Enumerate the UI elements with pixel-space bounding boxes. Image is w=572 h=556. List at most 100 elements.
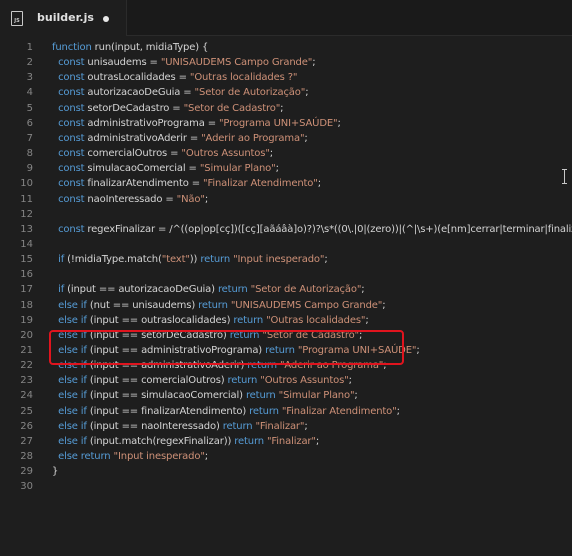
keyword-token: return (233, 314, 264, 326)
keyword-token: return (217, 284, 248, 296)
code-text: else if (nut == unisaudems) return "UNIS… (52, 298, 386, 314)
line-number: 8 (26, 148, 33, 160)
code-line[interactable]: 10 const finalizarAtendimento = "Finaliz… (0, 176, 572, 192)
code-text: function run(input, midiaType) { (52, 40, 208, 56)
code-line[interactable]: 29} (0, 464, 572, 480)
code-line[interactable]: 9 const simulacaoComercial = "Simular Pl… (0, 161, 572, 177)
keyword-token: else if (58, 420, 87, 432)
code-text: const administrativoAderir = "Aderir ao … (52, 131, 308, 147)
text-cursor-icon (561, 169, 568, 184)
string-token: "Outras localidades ?" (189, 72, 298, 84)
code-token: ; (324, 254, 328, 266)
code-line[interactable]: 4 const autorizacaoDeGuia = "Setor de Au… (0, 85, 572, 101)
line-number: 4 (26, 87, 33, 99)
code-line[interactable]: 11 const naoInteressado = "Não"; (0, 192, 572, 208)
code-token: )) (189, 254, 201, 266)
keyword-token: return (222, 420, 253, 432)
code-line[interactable]: 19 else if (input == outraslocalidades) … (0, 313, 572, 329)
string-token: "Finalizar Atendimento" (281, 405, 397, 417)
code-line[interactable]: 26 else if (input == naoInteressado) ret… (0, 419, 572, 435)
code-text: } (52, 464, 58, 480)
code-line[interactable]: 3 const outrasLocalidades = "Outras loca… (0, 70, 572, 86)
code-text: else if (input == outraslocalidades) ret… (52, 313, 369, 329)
code-line[interactable]: 25 else if (input == finalizarAtendiment… (0, 404, 572, 420)
string-token: "Setor de Cadastro" (183, 102, 281, 114)
line-number: 25 (20, 405, 33, 417)
code-token: ; (382, 299, 386, 311)
code-line[interactable]: 2 const unisaudems = "UNISAUDEMS Campo G… (0, 55, 572, 71)
code-line[interactable]: 5 const setorDeCadastro = "Setor de Cada… (0, 101, 572, 117)
string-token: "Finalizar" (266, 435, 316, 447)
keyword-token: const (58, 102, 85, 114)
keyword-token: return (200, 254, 231, 266)
code-line[interactable]: 27 else if (input.match(regexFinalizar))… (0, 434, 572, 450)
code-token: ; (361, 284, 365, 296)
code-line[interactable]: 15 if (!midiaType.match("text")) return … (0, 252, 572, 268)
code-token: run(input, midiaType) { (91, 42, 209, 53)
code-text: else if (input == comercialOutros) retur… (52, 373, 352, 389)
line-number: 2 (26, 57, 33, 69)
code-line[interactable]: 24 else if (input == simulacaoComercial)… (0, 388, 572, 404)
code-token: (input == simulacaoComercial) (86, 390, 246, 402)
keyword-token: else if (58, 405, 87, 417)
keyword-token: const (58, 132, 85, 144)
code-line[interactable]: 8 const comercialOutros = "Outros Assunt… (0, 146, 572, 162)
code-line[interactable]: 17 if (input == autorizacaoDeGuia) retur… (0, 282, 572, 298)
code-token: ; (337, 117, 341, 129)
string-token: "Simular Plano" (278, 390, 355, 402)
code-line[interactable]: 12 (0, 207, 572, 223)
code-editor[interactable]: 1 function run(input, midiaType) {2 const… (0, 36, 572, 556)
code-line[interactable]: 7 const administrativoAderir = "Aderir a… (0, 131, 572, 147)
code-token: regexFinalizar = /^((op|op[cç])([cç][aãá… (84, 223, 572, 235)
code-line[interactable]: 14 (0, 237, 572, 253)
string-token: "Finalizar Atendimento" (203, 178, 318, 190)
code-token: (input == outraslocalidades) (86, 314, 234, 326)
code-token: ; (348, 375, 352, 387)
code-line[interactable]: 13 const regexFinalizar = /^((op|op[cç])… (0, 222, 572, 238)
keyword-token: return (227, 375, 258, 387)
code-token: administrativoPrograma = (84, 117, 219, 129)
string-token: "Outros Assuntos" (260, 375, 349, 387)
code-text: const autorizacaoDeGuia = "Setor de Auto… (52, 85, 309, 101)
code-line[interactable]: 23 else if (input == comercialOutros) re… (0, 373, 572, 389)
code-token: ; (365, 314, 369, 326)
line-number: 21 (20, 345, 33, 356)
line-number: 20 (20, 329, 33, 341)
keyword-token: else (58, 451, 78, 463)
code-token: simulacaoComercial = (84, 163, 200, 175)
code-line[interactable]: 6 const administrativoPrograma = "Progra… (0, 116, 572, 132)
line-number: 26 (20, 420, 33, 432)
code-line[interactable]: 28 else return "Input inesperado"; (0, 449, 572, 465)
code-text: const setorDeCadastro = "Setor de Cadast… (52, 101, 284, 117)
code-token: (input == finalizarAtendimento) (86, 405, 250, 417)
code-text: const simulacaoComercial = "Simular Plan… (52, 161, 279, 177)
tab-builder-js[interactable]: JS builder.js (0, 0, 127, 36)
keyword-token: return (249, 405, 279, 417)
string-token: "Setor de Autorização" (194, 87, 306, 99)
string-token: "Simular Plano" (199, 163, 276, 175)
code-token: ; (275, 163, 279, 175)
line-number: 6 (26, 117, 33, 129)
keyword-token: else if (58, 299, 87, 311)
unsaved-changes-dot-icon[interactable] (103, 16, 109, 22)
keyword-token: return (80, 451, 111, 463)
tab-title: builder.js (37, 11, 94, 24)
code-line[interactable]: 16 (0, 267, 572, 283)
code-text: else if (input == simulacaoComercial) re… (52, 388, 358, 404)
code-line[interactable]: 30 (0, 479, 572, 495)
code-token: ; (396, 405, 400, 417)
string-token: "Finalizar" (255, 420, 305, 432)
line-number: 24 (20, 390, 33, 402)
line-number: 5 (26, 102, 33, 114)
tab-bar: JS builder.js (0, 0, 572, 36)
code-text: else return "Input inesperado"; (52, 449, 208, 465)
code-token: finalizarAtendimento = (84, 178, 204, 190)
keyword-token: const (58, 57, 85, 69)
code-line[interactable]: 18 else if (nut == unisaudems) return "U… (0, 298, 572, 314)
code-line[interactable]: 1 function run(input, midiaType) { (0, 40, 572, 56)
line-number: 17 (20, 284, 33, 296)
string-token: "Programa UNI+SAÚDE" (218, 117, 338, 129)
code-token: naoInteressado = (84, 193, 177, 205)
keyword-token: const (58, 72, 85, 84)
code-text: else if (input == finalizarAtendimento) … (52, 404, 400, 420)
